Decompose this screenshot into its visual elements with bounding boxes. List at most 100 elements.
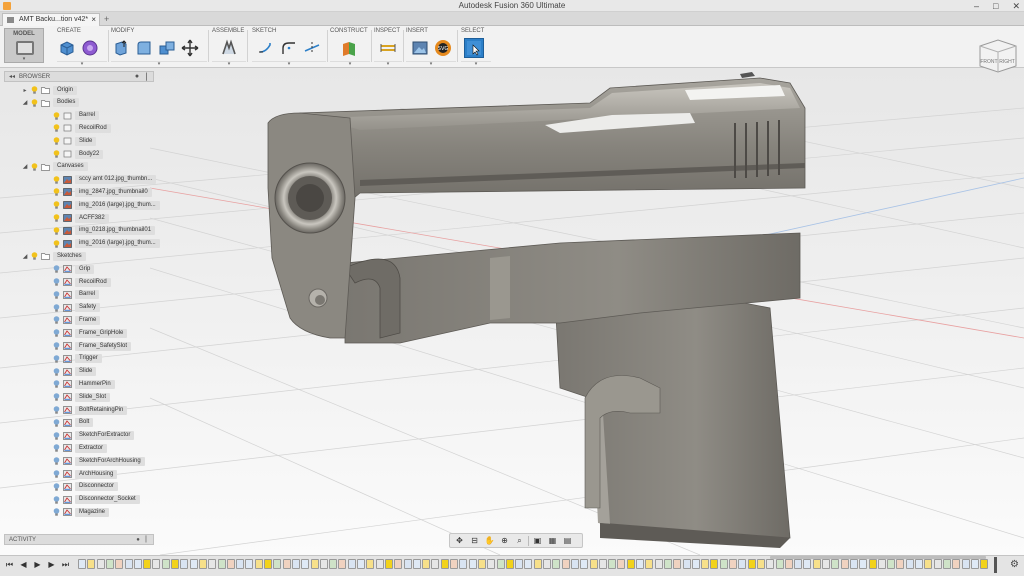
timeline-feature-icon[interactable] bbox=[570, 559, 579, 569]
pan-icon[interactable]: ✋ bbox=[483, 535, 496, 547]
timeline-end-button[interactable]: ⏭ bbox=[60, 559, 71, 571]
new-tab-icon[interactable]: + bbox=[104, 14, 109, 24]
browser-node[interactable]: Slide bbox=[44, 367, 97, 377]
browser-node[interactable]: sccy amt 012.jpg_thumbn... bbox=[44, 175, 157, 185]
visibility-bulb-icon[interactable] bbox=[53, 470, 60, 478]
timeline-feature-icon[interactable] bbox=[654, 559, 663, 569]
timeline-feature-icon[interactable] bbox=[710, 559, 719, 569]
zoom-icon[interactable]: ⊕ bbox=[498, 535, 511, 547]
insert-canvas-icon[interactable] bbox=[410, 38, 430, 58]
maximize-button[interactable]: □ bbox=[993, 0, 998, 12]
grid-settings-icon[interactable]: ▦ bbox=[546, 535, 559, 547]
gear-icon[interactable]: ⚙ bbox=[1010, 559, 1019, 570]
timeline-feature-icon[interactable] bbox=[105, 559, 114, 569]
browser-node[interactable]: Frame bbox=[44, 315, 101, 325]
visibility-bulb-icon[interactable] bbox=[53, 137, 60, 145]
timeline-feature-icon[interactable] bbox=[124, 559, 133, 569]
fillet-icon[interactable] bbox=[134, 38, 154, 58]
visibility-bulb-icon[interactable] bbox=[31, 98, 38, 107]
visibility-bulb-icon[interactable] bbox=[53, 201, 60, 209]
timeline-feature-icon[interactable] bbox=[189, 559, 198, 569]
timeline-feature-icon[interactable] bbox=[849, 559, 858, 569]
fit-icon[interactable]: ⌕ bbox=[513, 535, 526, 547]
timeline-back-button[interactable]: ◀ bbox=[18, 559, 29, 571]
timeline-feature-icon[interactable] bbox=[952, 559, 961, 569]
construct-plane-icon[interactable] bbox=[339, 38, 359, 58]
timeline-feature-icon[interactable] bbox=[663, 559, 672, 569]
timeline-feature-icon[interactable] bbox=[775, 559, 784, 569]
timeline-feature-icon[interactable] bbox=[533, 559, 542, 569]
timeline-feature-icon[interactable] bbox=[310, 559, 319, 569]
timeline-feature-icon[interactable] bbox=[198, 559, 207, 569]
timeline-feature-icon[interactable] bbox=[924, 559, 933, 569]
timeline-feature-icon[interactable] bbox=[78, 559, 86, 569]
visibility-bulb-icon[interactable] bbox=[53, 418, 60, 427]
timeline-feature-icon[interactable] bbox=[905, 559, 914, 569]
timeline-feature-icon[interactable] bbox=[236, 559, 245, 569]
visibility-bulb-icon[interactable] bbox=[53, 265, 60, 273]
browser-node[interactable]: BoltRetainingPin bbox=[44, 405, 128, 415]
browser-node[interactable]: Slide_Slot bbox=[44, 392, 111, 402]
inspect-dropdown-icon[interactable]: ▾ bbox=[374, 61, 402, 67]
visibility-bulb-icon[interactable] bbox=[53, 457, 60, 465]
sketch-dropdown-icon[interactable]: ▾ bbox=[252, 61, 326, 67]
browser-node[interactable]: Safety bbox=[44, 303, 101, 313]
visibility-bulb-icon[interactable] bbox=[53, 380, 60, 389]
timeline-feature-icon[interactable] bbox=[487, 559, 496, 569]
timeline-feature-icon[interactable] bbox=[561, 559, 570, 569]
timeline-feature-icon[interactable] bbox=[756, 559, 765, 569]
visibility-bulb-icon[interactable] bbox=[53, 124, 60, 133]
timeline-feature-icon[interactable] bbox=[171, 559, 179, 569]
modify-dropdown-icon[interactable]: ▾ bbox=[111, 61, 207, 67]
timeline-feature-icon[interactable] bbox=[580, 559, 589, 569]
timeline-feature-icon[interactable] bbox=[208, 559, 217, 569]
browser-node[interactable]: SketchForArchHousing bbox=[44, 456, 145, 466]
browser-node[interactable]: ▸ Origin bbox=[22, 85, 78, 95]
select-dropdown-icon[interactable]: ▾ bbox=[461, 61, 491, 67]
expand-toggle-icon[interactable]: ▸ bbox=[22, 87, 28, 94]
expand-toggle-icon[interactable]: ◢ bbox=[22, 163, 28, 170]
browser-node[interactable]: RecoilRod bbox=[44, 123, 111, 133]
timeline-feature-icon[interactable] bbox=[970, 559, 979, 569]
browser-node[interactable]: Barrel bbox=[44, 290, 100, 300]
timeline-feature-icon[interactable] bbox=[366, 559, 375, 569]
timeline-feature-icon[interactable] bbox=[598, 559, 607, 569]
create-dropdown-icon[interactable]: ▾ bbox=[57, 61, 107, 67]
timeline-feature-icon[interactable] bbox=[273, 559, 282, 569]
timeline-feature-icon[interactable] bbox=[264, 559, 272, 569]
timeline-feature-icon[interactable] bbox=[933, 559, 942, 569]
browser-node[interactable]: img_2847.jpg_thumbnail0 bbox=[44, 187, 152, 197]
browser-header[interactable]: ◂◂ BROWSER ● ▏ bbox=[4, 71, 154, 82]
browser-node[interactable]: Extractor bbox=[44, 443, 108, 453]
timeline-feature-icon[interactable] bbox=[794, 559, 803, 569]
timeline-feature-icon[interactable] bbox=[636, 559, 644, 569]
browser-node[interactable]: Body22 bbox=[44, 149, 104, 159]
timeline-feature-icon[interactable] bbox=[161, 559, 170, 569]
timeline-feature-icon[interactable] bbox=[868, 559, 877, 569]
timeline-feature-icon[interactable] bbox=[691, 559, 700, 569]
move-body-icon[interactable] bbox=[157, 38, 177, 58]
visibility-bulb-icon[interactable] bbox=[53, 303, 60, 312]
sketch-line-icon[interactable] bbox=[256, 38, 276, 58]
visibility-bulb-icon[interactable] bbox=[53, 111, 60, 120]
timeline-feature-icon[interactable] bbox=[766, 559, 775, 569]
timeline-feature-icon[interactable] bbox=[226, 559, 235, 569]
timeline-feature-icon[interactable] bbox=[673, 559, 682, 569]
timeline-feature-icon[interactable] bbox=[719, 559, 728, 569]
workspace-switcher[interactable]: MODEL ▾ bbox=[4, 28, 44, 63]
timeline-feature-icon[interactable] bbox=[505, 559, 514, 569]
timeline-feature-icon[interactable] bbox=[384, 559, 393, 569]
activity-panel[interactable]: ACTIVITY ● ▏ bbox=[4, 534, 154, 545]
construct-dropdown-icon[interactable]: ▾ bbox=[330, 61, 370, 67]
timeline-feature-icon[interactable] bbox=[133, 559, 142, 569]
timeline-feature-icon[interactable] bbox=[115, 559, 124, 569]
timeline-feature-icon[interactable] bbox=[301, 559, 310, 569]
orbit-icon[interactable]: ✥ bbox=[453, 535, 466, 547]
browser-node[interactable]: SketchForExtractor bbox=[44, 431, 135, 441]
visibility-bulb-icon[interactable] bbox=[53, 175, 60, 184]
visibility-bulb-icon[interactable] bbox=[53, 342, 60, 350]
browser-node[interactable]: ◢ Canvases bbox=[22, 162, 88, 172]
timeline-feature-icon[interactable] bbox=[803, 559, 812, 569]
move-arrows-icon[interactable] bbox=[180, 38, 200, 58]
timeline-feature-icon[interactable] bbox=[822, 559, 830, 569]
